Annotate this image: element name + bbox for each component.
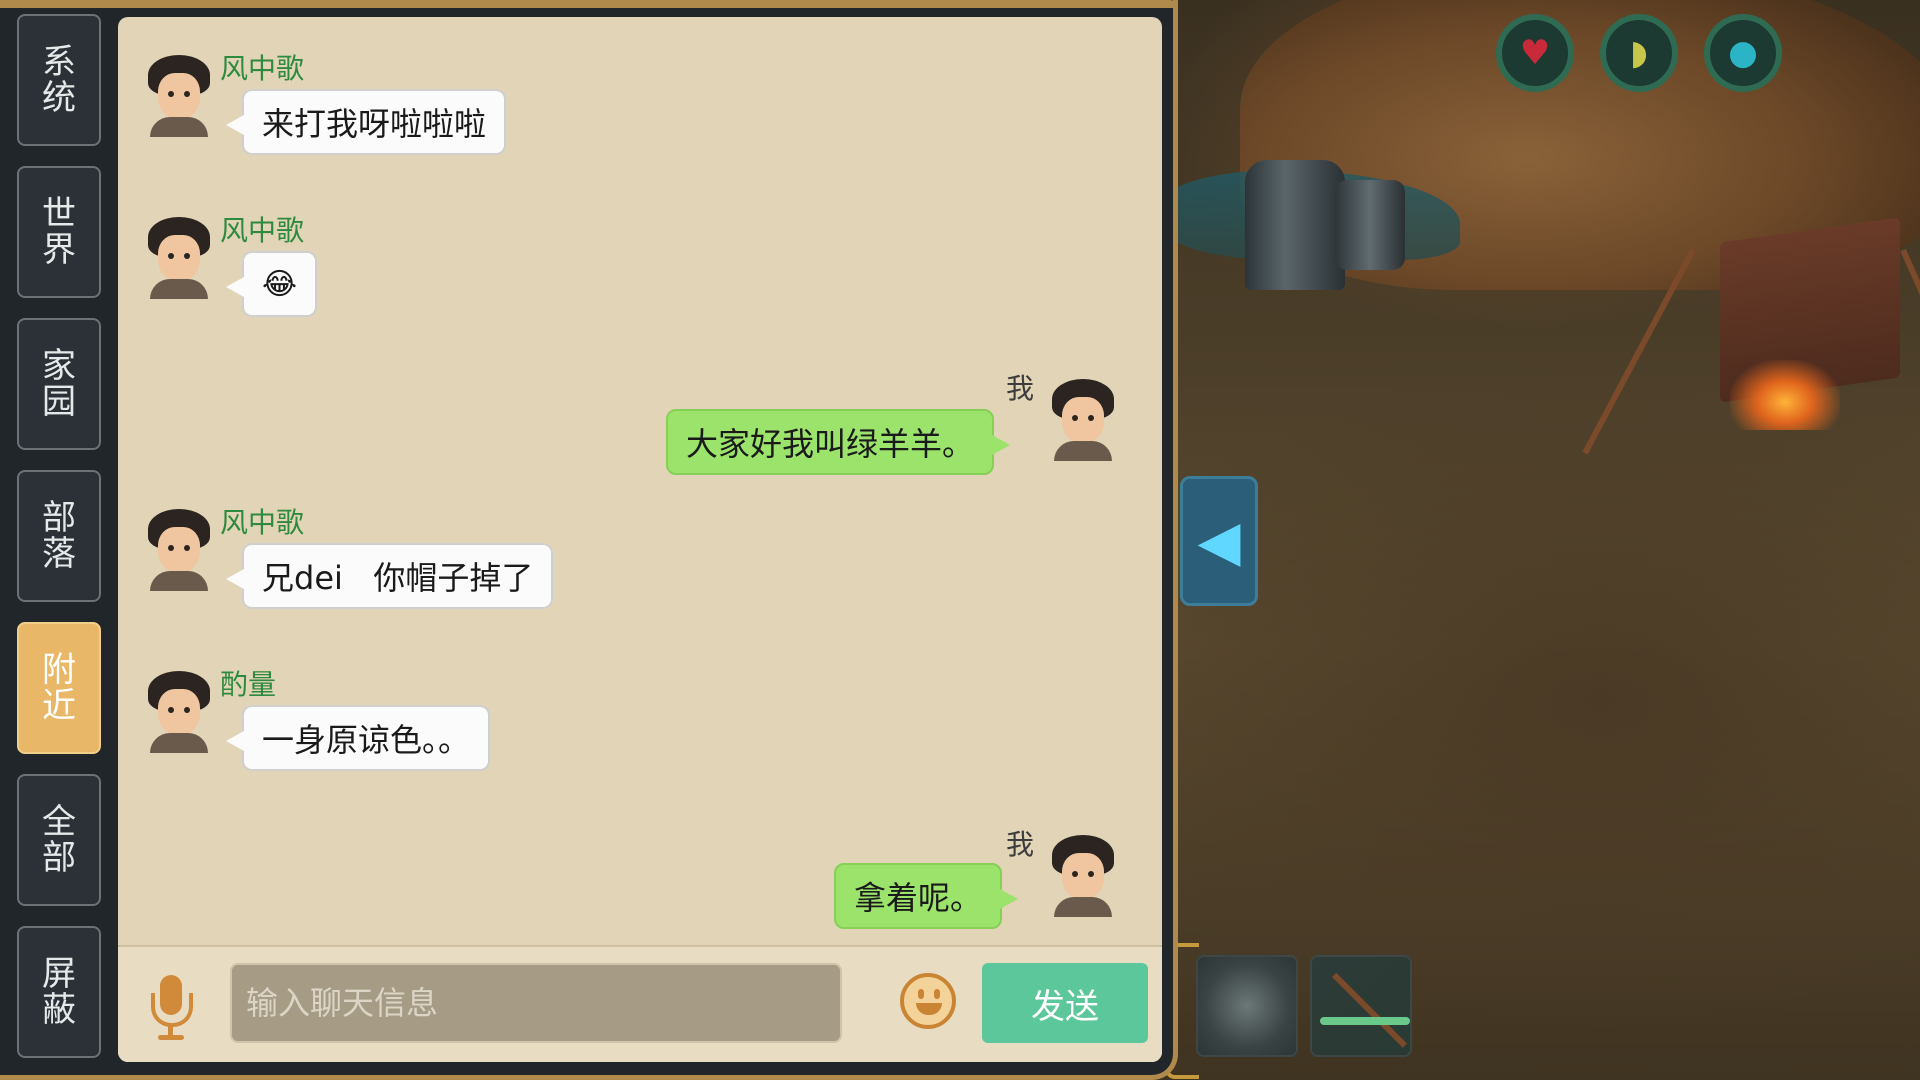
metal-machine-structure [1335,180,1405,270]
my-message-bubble[interactable]: 大家好我叫绿羊羊。 [666,409,1011,475]
tab-all[interactable]: 全部 [17,774,101,906]
chat-input-bar: 发送 [118,945,1162,1062]
hotbar-slot-staff[interactable] [1310,955,1412,1057]
sender-name: 我 [1006,372,1035,405]
hotbar-slot-stone[interactable] [1196,955,1298,1057]
tab-label: 世界 [42,194,76,270]
tab-tribe[interactable]: 部落 [17,470,101,602]
avatar[interactable] [144,217,214,299]
avatar[interactable] [144,671,214,753]
tab-label: 系统 [42,42,76,118]
message-bubble[interactable]: 来打我呀啦啦啦 [225,89,507,155]
chat-panel-top-border [0,0,1178,8]
collapse-chat-button[interactable]: ◀ [1180,476,1258,606]
tab-label: 附近 [42,650,76,726]
chat-input[interactable] [230,963,842,1043]
tab-label: 部落 [42,498,76,574]
my-message-bubble[interactable]: 拿着呢。 [834,863,1019,929]
avatar[interactable] [144,55,214,137]
sender-name[interactable]: 风中歌 [220,209,304,249]
avatar[interactable] [144,509,214,591]
tab-label: 屏蔽 [42,954,76,1030]
message-bubble[interactable]: 兄dei 你帽子掉了 [225,543,554,609]
tab-system[interactable]: 系统 [17,14,101,146]
my-avatar[interactable] [1048,835,1118,917]
sender-name[interactable]: 酌量 [220,663,276,703]
sender-name[interactable]: 风中歌 [220,47,304,87]
spit-pole [1900,248,1920,462]
send-button[interactable]: 发送 [982,963,1148,1043]
message-bubble[interactable]: 一身原谅色。。 [225,705,491,771]
microphone-icon[interactable] [148,975,194,1041]
emoji-icon[interactable] [900,973,956,1029]
food-icon: ◗ [1600,14,1678,92]
tab-home[interactable]: 家园 [17,318,101,450]
water-icon: ● [1704,14,1782,92]
campfire [1730,360,1840,430]
chat-message-area[interactable]: 风中歌 来打我呀啦啦啦 风中歌 😂 我 大家好我叫绿羊羊。 风中歌 兄dei 你… [118,17,1162,1062]
heart-icon: ♥ [1496,14,1574,92]
message-bubble[interactable]: 😂 [225,251,318,317]
sender-name[interactable]: 风中歌 [220,501,304,541]
tab-nearby[interactable]: 附近 [17,622,101,754]
tab-block[interactable]: 屏蔽 [17,926,101,1058]
sender-name: 我 [1006,828,1035,861]
tab-label: 全部 [42,802,76,878]
staff-icon [1332,972,1407,1048]
chevron-left-icon: ◀ [1197,508,1241,574]
my-avatar[interactable] [1048,379,1118,461]
tab-label: 家园 [42,346,76,422]
tab-world[interactable]: 世界 [17,166,101,298]
metal-tank-structure [1245,160,1345,290]
